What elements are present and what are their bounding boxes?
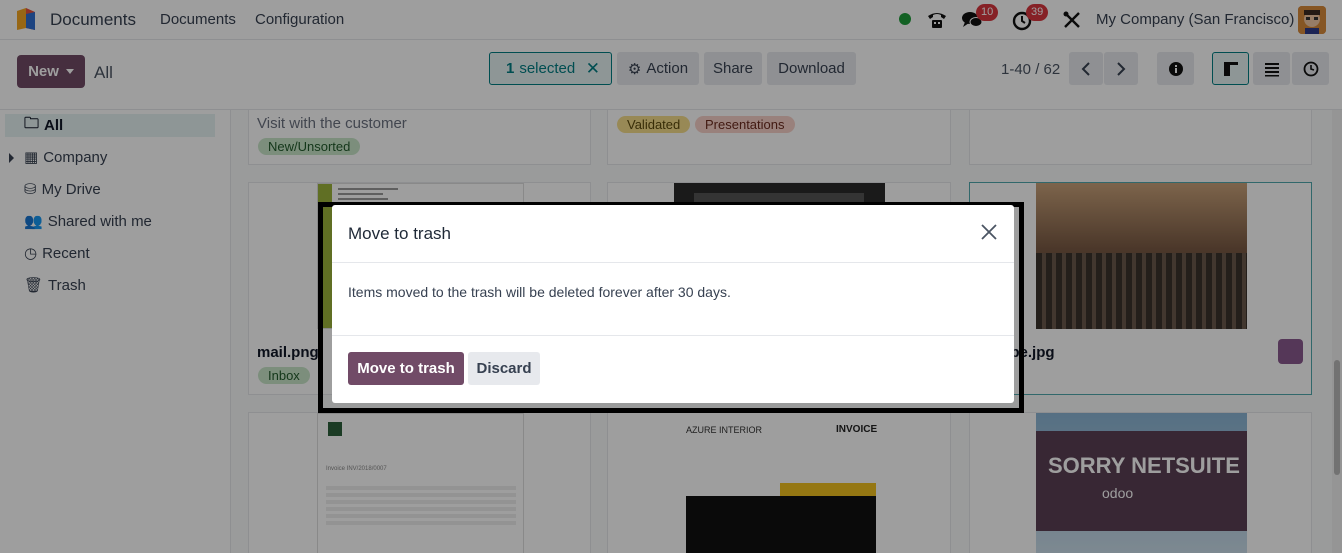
dialog-header-divider xyxy=(332,262,1014,263)
dialog-title: Move to trash xyxy=(348,224,451,243)
move-to-trash-dialog: Move to trash Items moved to the trash w… xyxy=(332,205,1014,403)
dialog-footer-divider xyxy=(332,335,1014,336)
close-icon[interactable] xyxy=(978,221,1000,243)
move-to-trash-button[interactable]: Move to trash xyxy=(348,352,464,385)
discard-button[interactable]: Discard xyxy=(468,352,540,385)
dialog-message: Items moved to the trash will be deleted… xyxy=(348,284,731,300)
